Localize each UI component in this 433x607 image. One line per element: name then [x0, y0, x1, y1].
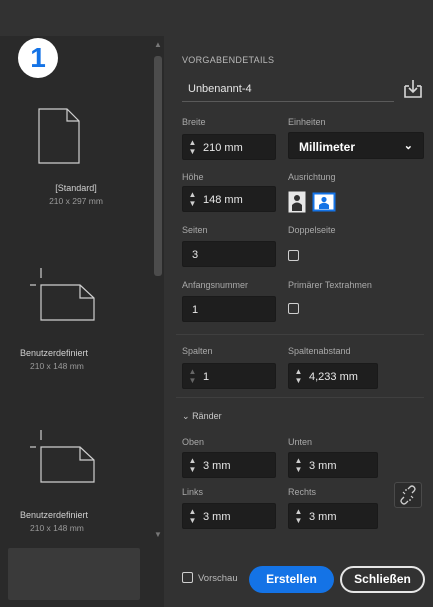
columns-value: 1 [203, 371, 210, 383]
margin-left-value: 3 mm [203, 511, 231, 523]
start-number-field[interactable]: 1 [182, 296, 276, 322]
step-badge: 1 [18, 38, 58, 78]
chevron-down-icon: ⌄ [403, 140, 413, 152]
margin-top-stepper[interactable]: ▲ ▼ [187, 456, 198, 474]
pages-field[interactable]: 3 [182, 241, 276, 267]
facing-pages-checkbox[interactable] [288, 250, 299, 261]
units-value: Millimeter [299, 140, 356, 154]
top-bar [0, 0, 433, 36]
close-button[interactable]: Schließen [340, 566, 425, 593]
portrait-orientation-icon[interactable] [288, 191, 306, 213]
margins-title: Ränder [192, 411, 222, 421]
margin-top-field[interactable]: ▲ ▼ 3 mm [182, 452, 276, 478]
margin-bottom-label: Unten [288, 437, 313, 447]
preview-checkbox[interactable] [182, 572, 193, 583]
height-label: Höhe [182, 172, 204, 182]
margin-bottom-field[interactable]: ▲ ▼ 3 mm [288, 452, 378, 478]
margin-top-value: 3 mm [203, 460, 231, 472]
height-stepper[interactable]: ▲ ▼ [187, 190, 198, 208]
pages-label: Seiten [182, 225, 208, 235]
orientation-label: Ausrichtung [288, 172, 336, 182]
margin-left-label: Links [182, 487, 204, 497]
preset-dims: 210 x 297 mm [49, 196, 103, 206]
preset-name: [Standard] [55, 183, 97, 193]
columns-label: Spalten [182, 346, 213, 356]
scroll-up-icon[interactable]: ▲ [153, 40, 163, 50]
scroll-down-icon[interactable]: ▼ [153, 530, 163, 540]
preset-name: Benutzerdefiniert [20, 510, 89, 520]
margin-top-label: Oben [182, 437, 205, 447]
document-name-field[interactable]: Unbenannt-4 [182, 76, 394, 102]
width-value: 210 mm [203, 142, 243, 154]
preset-item[interactable]: Benutzerdefiniert 210 x 148 mm [0, 510, 152, 533]
margin-bottom-value: 3 mm [309, 460, 337, 472]
height-field[interactable]: ▲ ▼ 148 mm [182, 186, 276, 212]
primary-text-frame-label: Primärer Textrahmen [288, 280, 372, 290]
unlink-icon [400, 485, 416, 505]
preset-item[interactable]: [Standard] 210 x 297 mm [0, 183, 152, 206]
units-select[interactable]: Millimeter ⌄ [288, 132, 424, 159]
gutter-value: 4,233 mm [309, 371, 358, 383]
preset-dims: 210 x 148 mm [30, 361, 84, 371]
start-number-value: 1 [192, 304, 199, 316]
pages-value: 3 [192, 249, 199, 261]
preview-label: Vorschau [198, 573, 238, 584]
margins-section-toggle[interactable]: ⌄ Ränder [182, 411, 222, 422]
margin-right-label: Rechts [288, 487, 317, 497]
start-number-label: Anfangsnummer [182, 280, 249, 290]
save-preset-icon[interactable] [402, 78, 424, 100]
gutter-stepper[interactable]: ▲ ▼ [293, 367, 304, 385]
scrollbar-thumb[interactable] [154, 56, 162, 276]
margin-left-field[interactable]: ▲ ▼ 3 mm [182, 503, 276, 529]
gutter-label: Spaltenabstand [288, 346, 351, 356]
margin-bottom-stepper[interactable]: ▲ ▼ [293, 456, 304, 474]
divider [176, 334, 424, 335]
margin-left-stepper[interactable]: ▲ ▼ [187, 507, 198, 525]
margin-right-field[interactable]: ▲ ▼ 3 mm [288, 503, 378, 529]
preset-item[interactable]: Benutzerdefiniert 210 x 148 mm [0, 348, 152, 371]
landscape-orientation-icon[interactable] [312, 192, 336, 212]
portrait-page-icon [38, 108, 80, 164]
divider [176, 397, 424, 398]
columns-field[interactable]: ▲ ▼ 1 [182, 363, 276, 389]
preset-name: Benutzerdefiniert [20, 348, 89, 358]
height-value: 148 mm [203, 194, 243, 206]
margin-right-value: 3 mm [309, 511, 337, 523]
section-title: VORGABENDETAILS [182, 55, 275, 65]
units-label: Einheiten [288, 117, 326, 127]
facing-pages-label: Doppelseite [288, 225, 336, 235]
width-label: Breite [182, 117, 206, 127]
landscape-page-icon [30, 430, 95, 483]
create-button[interactable]: Erstellen [249, 566, 334, 593]
primary-text-frame-checkbox[interactable] [288, 303, 299, 314]
chevron-down-icon: ⌄ [182, 411, 190, 421]
landscape-page-icon [30, 268, 95, 321]
gutter-field[interactable]: ▲ ▼ 4,233 mm [288, 363, 378, 389]
preset-list-footer [8, 548, 140, 600]
width-field[interactable]: ▲ ▼ 210 mm [182, 134, 276, 160]
columns-stepper[interactable]: ▲ ▼ [187, 367, 198, 385]
link-margins-button[interactable] [394, 482, 422, 508]
width-stepper[interactable]: ▲ ▼ [187, 138, 198, 156]
margin-right-stepper[interactable]: ▲ ▼ [293, 507, 304, 525]
preset-dims: 210 x 148 mm [30, 523, 84, 533]
